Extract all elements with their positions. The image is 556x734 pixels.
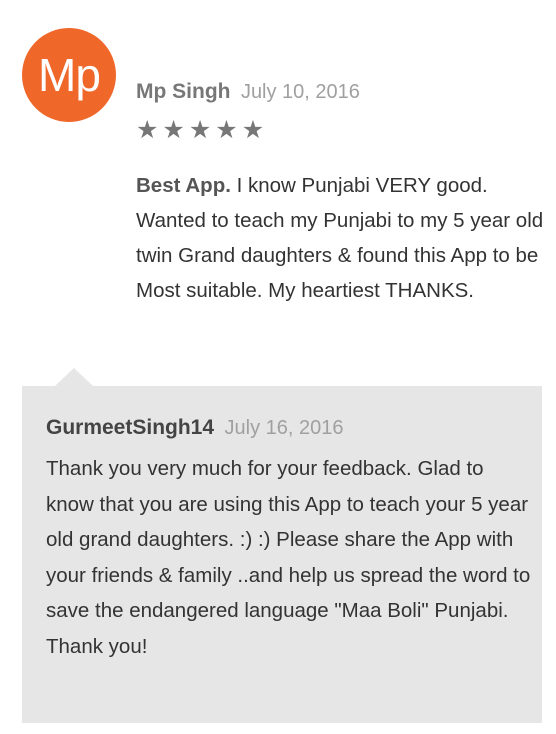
star-rating: ★ ★ ★ ★ ★ xyxy=(136,116,264,144)
star-icon: ★ xyxy=(241,116,265,144)
reply-author: GurmeetSingh14 xyxy=(46,416,215,439)
review-body: Best App. I know Punjabi VERY good. Want… xyxy=(136,168,546,308)
reply-pointer xyxy=(55,368,93,386)
avatar[interactable]: Mp xyxy=(22,28,116,122)
developer-reply: GurmeetSingh14 July 16, 2016 Thank you v… xyxy=(22,386,542,723)
star-icon: ★ xyxy=(162,116,185,144)
star-icon: ★ xyxy=(215,116,238,144)
reply-text: Thank you very much for your feedback. G… xyxy=(46,457,531,658)
review-date: July 10, 2016 xyxy=(240,81,360,103)
review-header: Mp Singh July 10, 2016 xyxy=(136,80,360,104)
review-title: Best App. xyxy=(136,174,231,197)
star-icon: ★ xyxy=(188,116,212,144)
reply-header: GurmeetSingh14 July 16, 2016 xyxy=(46,416,343,440)
reply-date: July 16, 2016 xyxy=(224,417,344,439)
star-icon: ★ xyxy=(136,116,159,144)
review-author[interactable]: Mp Singh xyxy=(136,80,230,103)
